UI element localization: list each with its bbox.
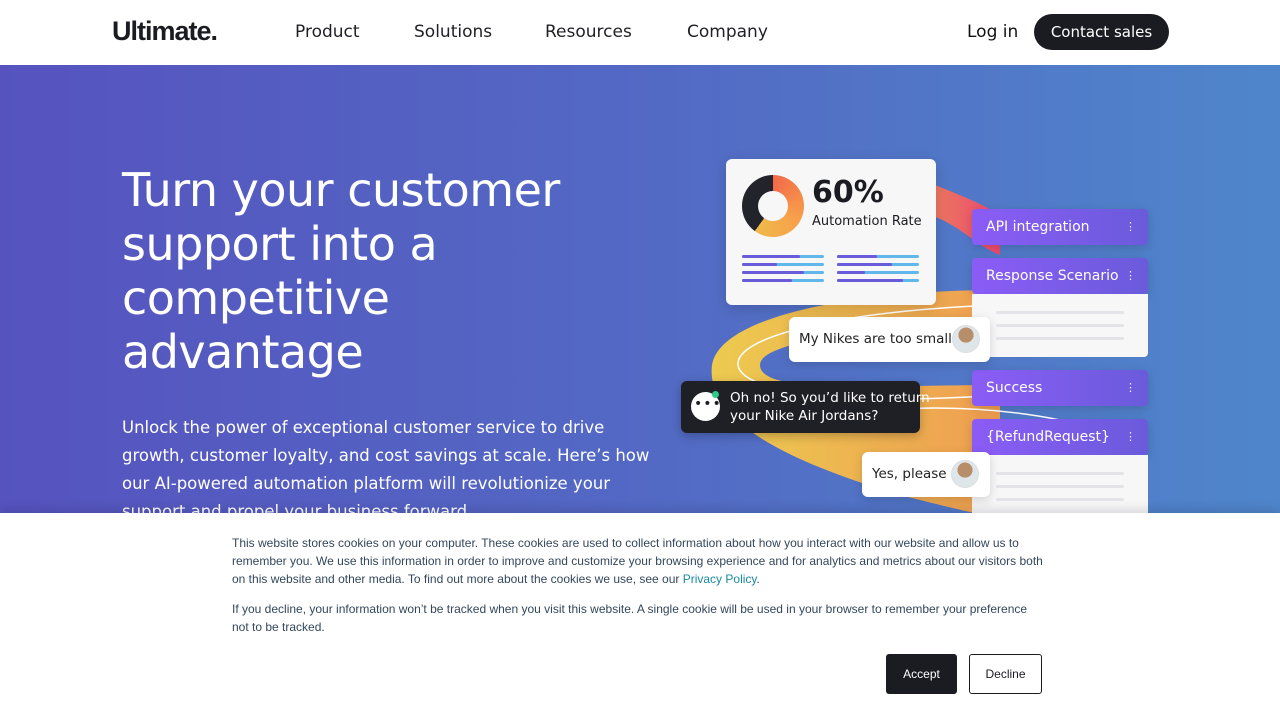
more-icon: ⋮ — [1125, 269, 1136, 282]
customer-message-text: My Nikes are too small! — [799, 331, 958, 347]
more-icon: ⋮ — [1125, 381, 1136, 394]
more-icon: ⋮ — [1125, 430, 1136, 443]
privacy-policy-link[interactable]: Privacy Policy — [683, 572, 757, 586]
flow-block-label: Response Scenario — [986, 268, 1119, 284]
customer-message-text: Yes, please — [872, 466, 947, 482]
cookie-notice-text: This website stores cookies on your comp… — [232, 534, 1044, 588]
flow-block-label: API integration — [986, 219, 1090, 235]
site-header: Ultimate. Product Solutions Resources Co… — [0, 0, 1280, 65]
nav-resources[interactable]: Resources — [545, 22, 632, 42]
headline-line: competitive — [122, 271, 390, 325]
hero-headline: Turn your customer support into a compet… — [122, 163, 592, 379]
customer-avatar — [951, 460, 979, 488]
online-status-dot — [712, 391, 719, 398]
headline-line: support into a — [122, 217, 438, 271]
flow-block-body — [972, 294, 1148, 357]
flow-block-response-scenario: Response Scenario ⋮ — [972, 258, 1148, 294]
customer-message-bubble: Yes, please — [862, 452, 990, 497]
bot-message-line: Oh no! So you’d like to return — [730, 390, 930, 406]
ultimate-logo[interactable]: Ultimate. — [112, 16, 218, 47]
subtext-line: Unlock the power of exceptional customer… — [122, 418, 605, 437]
decline-cookies-button[interactable]: Decline — [969, 654, 1042, 694]
headline-line: advantage — [122, 325, 364, 379]
flow-block-success: Success ⋮ — [972, 370, 1148, 406]
customer-message-bubble: My Nikes are too small! — [789, 317, 990, 362]
nav-product[interactable]: Product — [295, 22, 360, 42]
contact-sales-button[interactable]: Contact sales — [1034, 14, 1169, 50]
hero-section: Turn your customer support into a compet… — [0, 65, 1280, 520]
cookie-text: This website stores cookies on your comp… — [232, 536, 1043, 586]
login-link[interactable]: Log in — [967, 22, 1018, 42]
automation-label: Automation Rate — [812, 214, 922, 229]
bot-message-line: your Nike Air Jordans? — [730, 408, 879, 424]
flow-block-label: {RefundRequest} — [986, 429, 1110, 445]
bot-message-bubble: Oh no! So you’d like to return your Nike… — [681, 381, 930, 433]
subtext-line: growth, customer loyalty, and cost savin… — [122, 446, 650, 465]
cookie-text: . — [756, 572, 760, 586]
flow-block-api-integration: API integration ⋮ — [972, 209, 1148, 245]
accept-cookies-button[interactable]: Accept — [886, 654, 957, 694]
customer-avatar — [952, 325, 980, 353]
flow-block-body — [972, 455, 1148, 520]
nav-solutions[interactable]: Solutions — [414, 22, 492, 42]
headline-line: Turn your customer — [122, 163, 560, 217]
cookie-banner: This website stores cookies on your comp… — [0, 513, 1280, 720]
automation-percent: 60% — [812, 175, 884, 210]
donut-chart-icon — [742, 175, 804, 237]
cookie-decline-text: If you decline, your information won’t b… — [232, 602, 1028, 634]
nav-company[interactable]: Company — [687, 22, 768, 42]
subtext-line: our AI-powered automation platform will … — [122, 474, 611, 493]
flow-block-label: Success — [986, 380, 1043, 396]
flow-block-refund-request: {RefundRequest} ⋮ — [972, 419, 1148, 455]
more-icon: ⋮ — [1125, 220, 1136, 233]
automation-rate-card: 60% Automation Rate — [726, 159, 936, 305]
hero-subtext: Unlock the power of exceptional customer… — [122, 414, 650, 520]
